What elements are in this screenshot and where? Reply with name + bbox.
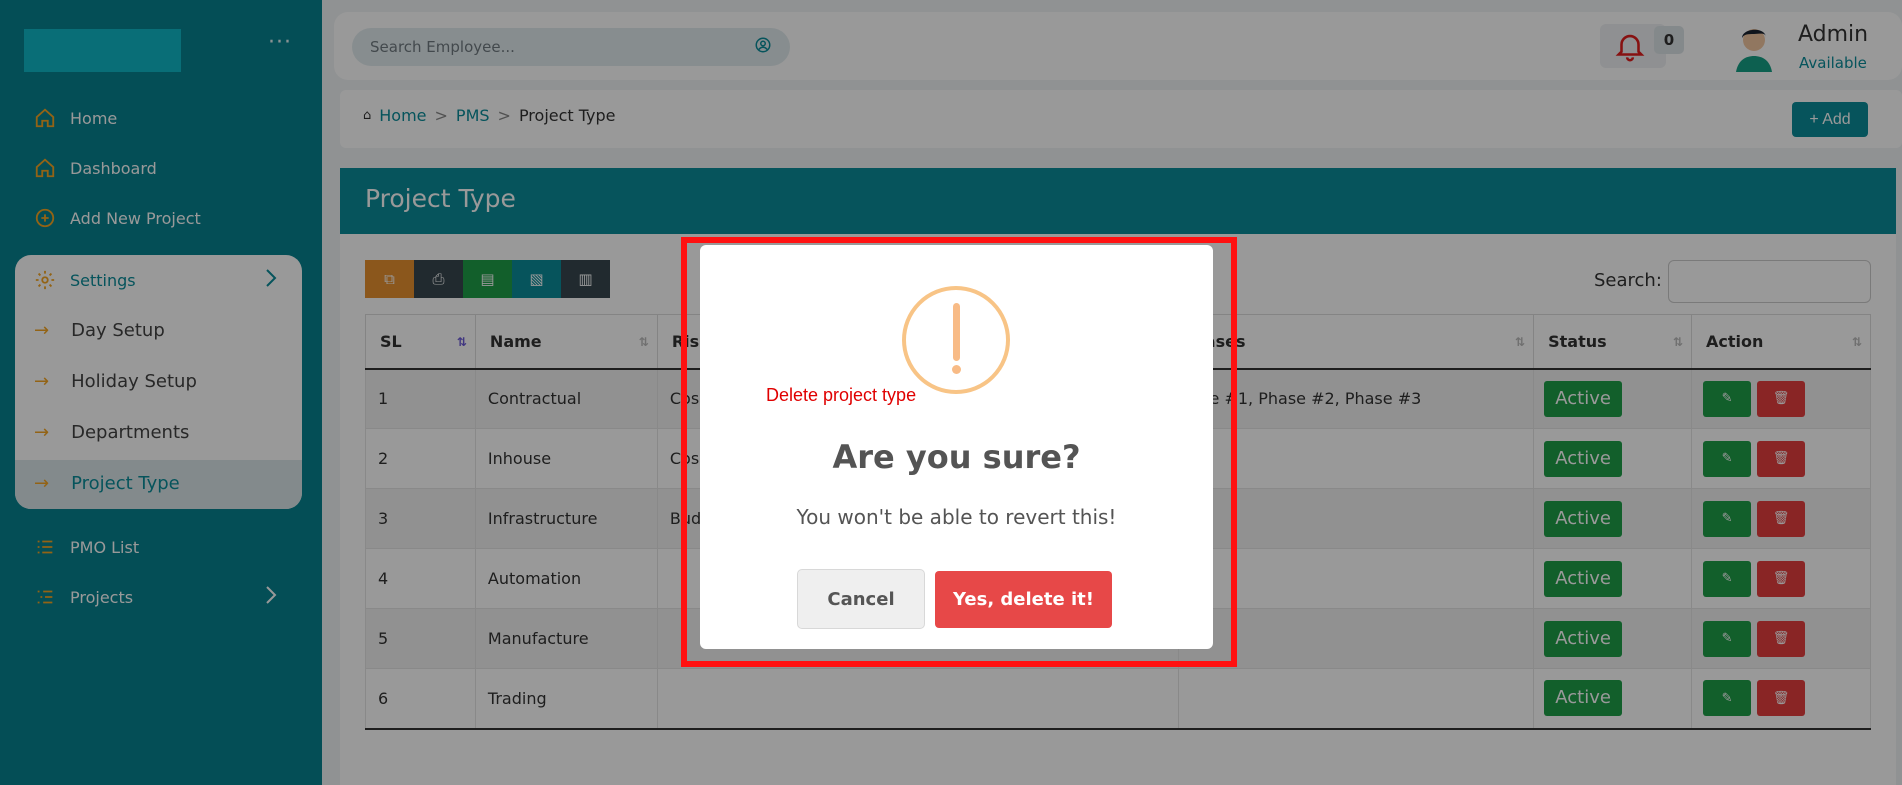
annotation-highlight-box xyxy=(681,237,1237,667)
